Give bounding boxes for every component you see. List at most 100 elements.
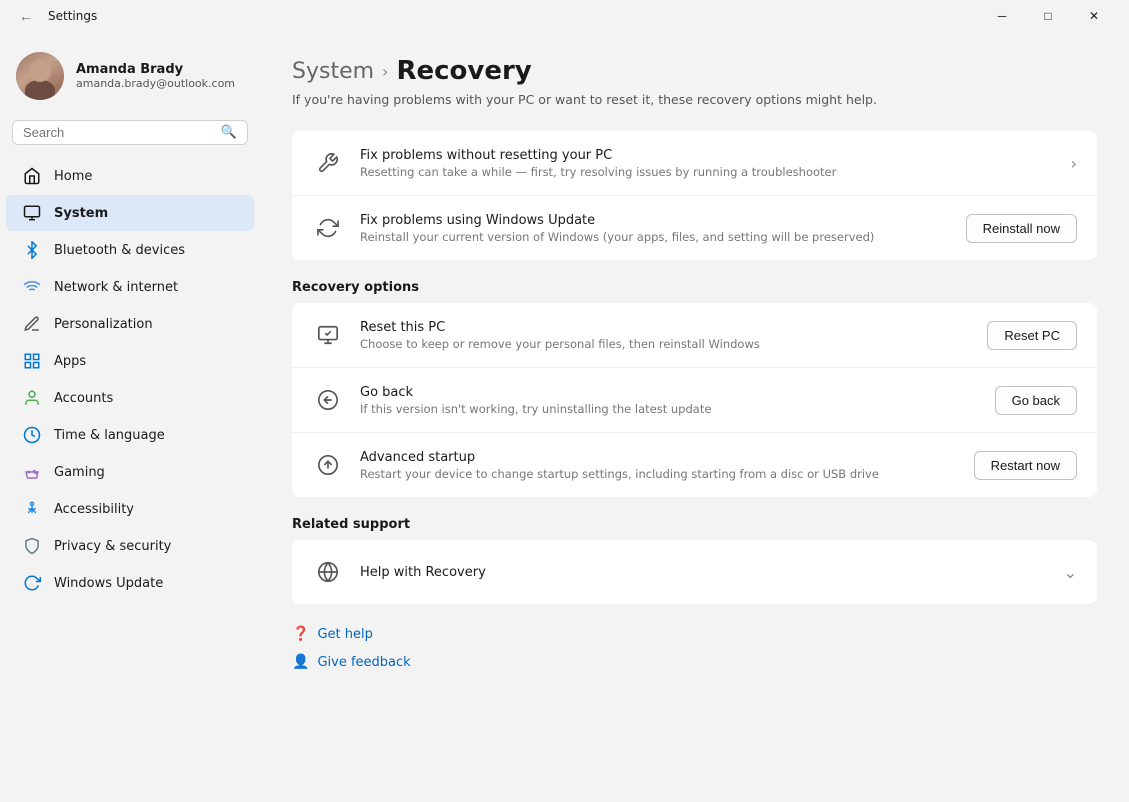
avatar xyxy=(16,52,64,100)
sidebar-item-apps[interactable]: Apps xyxy=(6,343,254,379)
reset-pc-text: Reset this PC Choose to keep or remove y… xyxy=(360,320,971,351)
get-help-text[interactable]: Get help xyxy=(317,627,372,642)
restart-now-button[interactable]: Restart now xyxy=(974,451,1077,480)
breadcrumb-current: Recovery xyxy=(396,56,531,86)
reinstall-button[interactable]: Reinstall now xyxy=(966,214,1077,243)
accessibility-nav-icon xyxy=(22,499,42,519)
search-box[interactable]: 🔍 xyxy=(12,120,248,145)
sidebar-item-label: Bluetooth & devices xyxy=(54,243,185,258)
go-back-button[interactable]: Go back xyxy=(995,386,1077,415)
sidebar-item-label: Accounts xyxy=(54,391,113,406)
advanced-startup-desc: Restart your device to change startup se… xyxy=(360,467,958,481)
user-info: Amanda Brady amanda.brady@outlook.com xyxy=(76,62,235,90)
get-help-link[interactable]: ❓ Get help xyxy=(292,620,1097,648)
update-text: Fix problems using Windows Update Reinst… xyxy=(360,213,950,244)
recovery-options-title: Recovery options xyxy=(292,280,1097,295)
give-feedback-icon: 👤 xyxy=(292,654,309,670)
get-help-icon: ❓ xyxy=(292,626,309,642)
advanced-startup-text: Advanced startup Restart your device to … xyxy=(360,450,958,481)
restart-now-action: Restart now xyxy=(974,451,1077,480)
chevron-down-icon: ⌄ xyxy=(1064,563,1077,582)
reset-pc-icon xyxy=(312,319,344,351)
give-feedback-link[interactable]: 👤 Give feedback xyxy=(292,648,1097,676)
accounts-nav-icon xyxy=(22,388,42,408)
sidebar-item-network[interactable]: Network & internet xyxy=(6,269,254,305)
gaming-nav-icon xyxy=(22,462,42,482)
top-options-card: Fix problems without resetting your PC R… xyxy=(292,131,1097,260)
sidebar-item-home[interactable]: Home xyxy=(6,158,254,194)
help-recovery-icon xyxy=(312,556,344,588)
network-nav-icon xyxy=(22,277,42,297)
go-back-icon xyxy=(312,384,344,416)
go-back-desc: If this version isn't working, try unins… xyxy=(360,402,979,416)
sidebar-item-label: Time & language xyxy=(54,428,165,443)
avatar-image xyxy=(16,52,64,100)
user-profile: Amanda Brady amanda.brady@outlook.com xyxy=(0,40,260,120)
bluetooth-nav-icon xyxy=(22,240,42,260)
reset-pc-row: Reset this PC Choose to keep or remove y… xyxy=(292,303,1097,368)
breadcrumb-separator: › xyxy=(382,62,388,81)
advanced-startup-row: Advanced startup Restart your device to … xyxy=(292,433,1097,497)
sidebar-item-system[interactable]: System xyxy=(6,195,254,231)
personalization-nav-icon xyxy=(22,314,42,334)
go-back-title: Go back xyxy=(360,385,979,400)
sidebar-item-label: System xyxy=(54,206,108,221)
user-name: Amanda Brady xyxy=(76,62,235,77)
advanced-startup-icon xyxy=(312,449,344,481)
help-recovery-row[interactable]: Help with Recovery ⌄ xyxy=(292,540,1097,604)
search-input[interactable] xyxy=(23,125,215,140)
sidebar-item-label: Network & internet xyxy=(54,280,178,295)
reinstall-action: Reinstall now xyxy=(966,214,1077,243)
home-nav-icon xyxy=(22,166,42,186)
back-button[interactable]: ← xyxy=(12,2,40,30)
apps-nav-icon xyxy=(22,351,42,371)
window-controls: ─ □ ✕ xyxy=(979,0,1117,32)
time-nav-icon xyxy=(22,425,42,445)
sidebar-item-update[interactable]: Windows Update xyxy=(6,565,254,601)
search-icon: 🔍 xyxy=(221,125,237,140)
advanced-startup-title: Advanced startup xyxy=(360,450,958,465)
sidebar-item-label: Apps xyxy=(54,354,86,369)
fix-icon xyxy=(312,147,344,179)
reset-pc-title: Reset this PC xyxy=(360,320,971,335)
nav-list: Home System Bluetooth & devices Network & i… xyxy=(0,157,260,602)
fix-desc: Resetting can take a while — first, try … xyxy=(360,165,1055,179)
sidebar-item-gaming[interactable]: Gaming xyxy=(6,454,254,490)
fix-action[interactable]: › xyxy=(1071,154,1077,173)
fix-title: Fix problems without resetting your PC xyxy=(360,148,1055,163)
sidebar-item-bluetooth[interactable]: Bluetooth & devices xyxy=(6,232,254,268)
update-title: Fix problems using Windows Update xyxy=(360,213,950,228)
recovery-options-card: Reset this PC Choose to keep or remove y… xyxy=(292,303,1097,497)
user-email: amanda.brady@outlook.com xyxy=(76,77,235,90)
update-icon xyxy=(312,212,344,244)
update-nav-icon xyxy=(22,573,42,593)
minimize-button[interactable]: ─ xyxy=(979,0,1025,32)
help-recovery-expand[interactable]: ⌄ xyxy=(1064,563,1077,582)
related-support-title: Related support xyxy=(292,517,1097,532)
sidebar-item-accounts[interactable]: Accounts xyxy=(6,380,254,416)
related-support-card: Help with Recovery ⌄ xyxy=(292,540,1097,604)
give-feedback-text[interactable]: Give feedback xyxy=(317,655,410,670)
reset-pc-desc: Choose to keep or remove your personal f… xyxy=(360,337,971,351)
sidebar-item-accessibility[interactable]: Accessibility xyxy=(6,491,254,527)
chevron-right-icon: › xyxy=(1071,154,1077,173)
go-back-action: Go back xyxy=(995,386,1077,415)
reset-pc-button[interactable]: Reset PC xyxy=(987,321,1077,350)
sidebar-item-label: Gaming xyxy=(54,465,105,480)
update-desc: Reinstall your current version of Window… xyxy=(360,230,950,244)
go-back-row: Go back If this version isn't working, t… xyxy=(292,368,1097,433)
sidebar-item-label: Windows Update xyxy=(54,576,163,591)
breadcrumb: System › Recovery xyxy=(292,56,1097,86)
fix-text: Fix problems without resetting your PC R… xyxy=(360,148,1055,179)
sidebar-item-privacy[interactable]: Privacy & security xyxy=(6,528,254,564)
title-bar-left: ← Settings xyxy=(12,2,97,30)
fix-without-reset-row: Fix problems without resetting your PC R… xyxy=(292,131,1097,196)
help-recovery-title: Help with Recovery xyxy=(360,565,1048,580)
sidebar-item-time[interactable]: Time & language xyxy=(6,417,254,453)
sidebar-item-label: Personalization xyxy=(54,317,153,332)
page-description: If you're having problems with your PC o… xyxy=(292,92,1097,107)
close-button[interactable]: ✕ xyxy=(1071,0,1117,32)
app-title: Settings xyxy=(48,9,97,23)
sidebar-item-personalization[interactable]: Personalization xyxy=(6,306,254,342)
maximize-button[interactable]: □ xyxy=(1025,0,1071,32)
